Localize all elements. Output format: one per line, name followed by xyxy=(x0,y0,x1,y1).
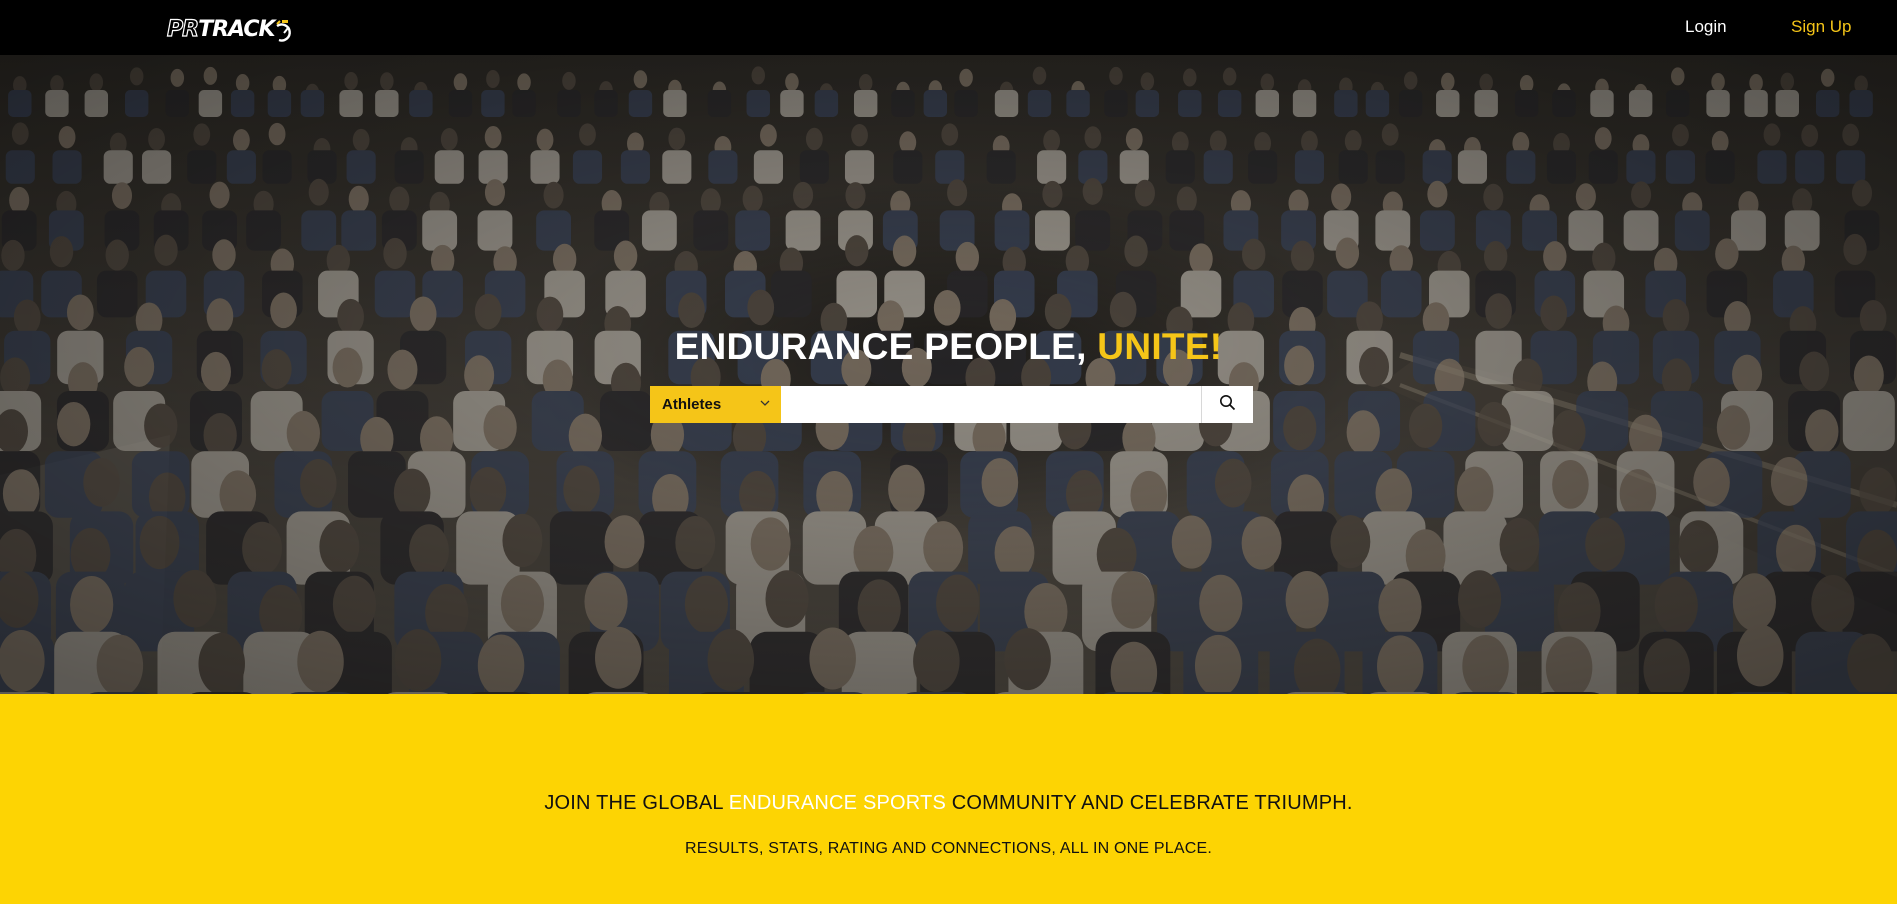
search-bar: Athletes xyxy=(650,386,1253,423)
login-link[interactable]: Login xyxy=(1685,16,1727,38)
top-navigation-bar: PR TRACK Login Sign Up xyxy=(0,0,1897,55)
banner-headline: JOIN THE GLOBAL ENDURANCE SPORTS COMMUNI… xyxy=(0,790,1897,816)
hero-headline-main: ENDURANCE PEOPLE, xyxy=(674,326,1098,367)
banner-headline-start: JOIN THE GLOBAL xyxy=(544,792,729,814)
logo-text-solid: TRACK xyxy=(198,17,275,42)
stopwatch-logo-icon xyxy=(273,16,293,44)
banner-subtitle: RESULTS, STATS, RATING AND CONNECTIONS, … xyxy=(684,840,1213,857)
hero-section: ENDURANCE PEOPLE, UNITE! Athletes xyxy=(0,55,1897,694)
banner-headline-end: COMMUNITY AND CELEBRATE TRIUMPH. xyxy=(946,792,1353,814)
search-icon xyxy=(1219,394,1236,416)
signup-link[interactable]: Sign Up xyxy=(1791,16,1851,38)
logo-text-outline: PR xyxy=(166,16,199,42)
search-button[interactable] xyxy=(1201,386,1253,423)
prtrack-logo[interactable]: PR TRACK xyxy=(166,12,293,44)
search-category-select[interactable]: Athletes xyxy=(650,386,781,423)
banner-headline-highlight: ENDURANCE SPORTS xyxy=(728,792,947,814)
search-category-value: Athletes xyxy=(662,396,722,413)
marathon-runners-background-image xyxy=(0,55,1897,694)
search-input[interactable] xyxy=(781,386,1201,423)
chevron-down-icon xyxy=(759,396,771,413)
hero-headline-accent: UNITE! xyxy=(1097,326,1223,367)
hero-headline: ENDURANCE PEOPLE, UNITE! xyxy=(0,325,1897,369)
community-banner: JOIN THE GLOBAL ENDURANCE SPORTS COMMUNI… xyxy=(0,694,1897,904)
